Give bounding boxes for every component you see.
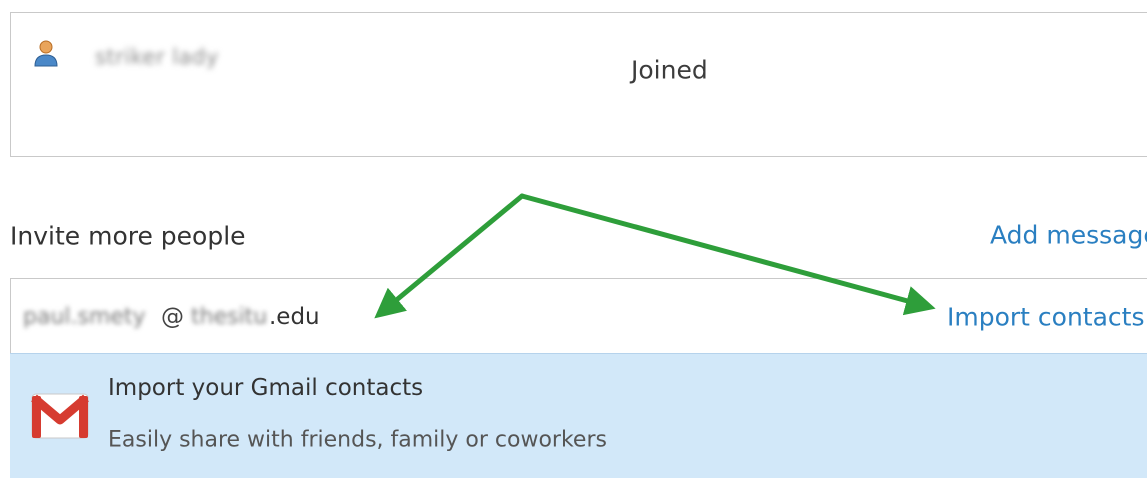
invite-email-input[interactable]: paul.smety @ thesitu .edu Import contact… [10, 278, 1147, 354]
suggestion-title: Import your Gmail contacts [108, 375, 424, 401]
gmail-import-suggestion[interactable]: Import your Gmail contacts Easily share … [10, 353, 1147, 478]
import-contacts-link[interactable]: Import contacts [947, 303, 1145, 332]
email-username: paul.smety [23, 304, 146, 330]
email-domain: thesitu [191, 304, 268, 330]
invite-label: Invite more people [10, 221, 246, 251]
member-row: striker lady Joined [10, 12, 1147, 157]
member-status: Joined [631, 55, 708, 85]
email-tld: .edu [269, 304, 320, 330]
suggestion-subtitle: Easily share with friends, family or cow… [108, 427, 607, 453]
member-name: striker lady [95, 45, 219, 69]
person-icon [34, 40, 58, 67]
gmail-icon [31, 393, 89, 439]
email-at-sign: @ [161, 304, 184, 330]
add-message-link[interactable]: Add message [990, 221, 1147, 250]
